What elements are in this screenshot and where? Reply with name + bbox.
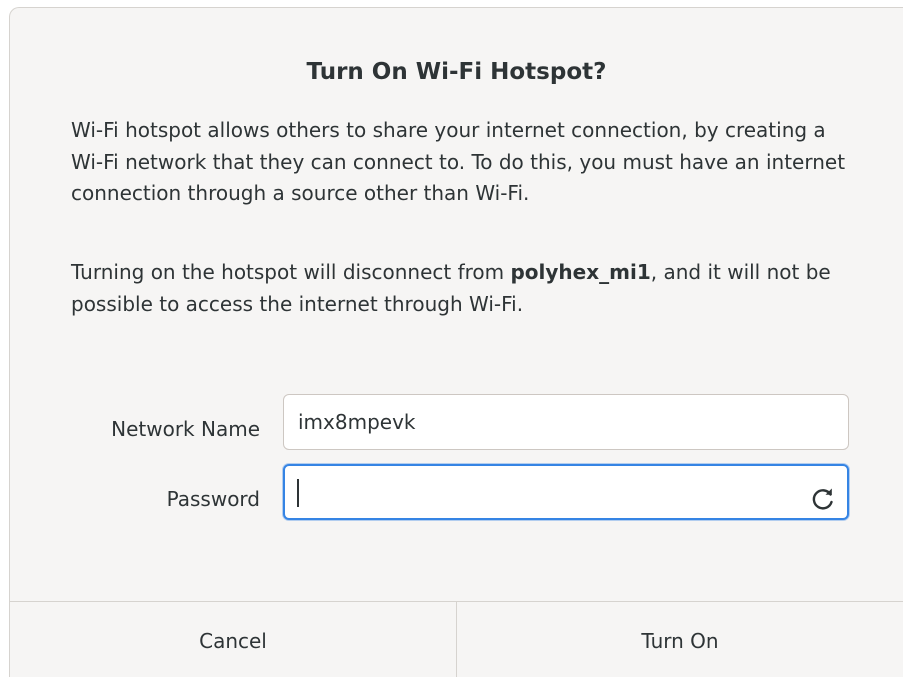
current-network-name: polyhex_mi1 xyxy=(510,260,651,284)
cancel-button[interactable]: Cancel xyxy=(10,602,457,677)
hotspot-dialog: Turn On Wi-Fi Hotspot? Wi-Fi hotspot all… xyxy=(9,7,903,677)
dialog-description: Wi-Fi hotspot allows others to share you… xyxy=(71,118,846,205)
dialog-title: Turn On Wi-Fi Hotspot? xyxy=(306,59,607,85)
text-cursor xyxy=(297,479,299,507)
network-name-field[interactable]: imx8mpevk xyxy=(283,394,849,450)
disconnect-warning: Turning on the hotspot will disconnect f… xyxy=(71,257,861,320)
network-name-label: Network Name xyxy=(111,417,260,441)
warning-prefix: Turning on the hotspot will disconnect f… xyxy=(71,260,511,284)
network-name-value: imx8mpevk xyxy=(298,410,416,434)
turn-on-button[interactable]: Turn On xyxy=(457,602,903,677)
refresh-icon[interactable] xyxy=(809,479,837,510)
password-label: Password xyxy=(166,487,260,511)
dialog-button-bar: Cancel Turn On xyxy=(10,601,903,677)
password-field[interactable] xyxy=(283,464,849,520)
